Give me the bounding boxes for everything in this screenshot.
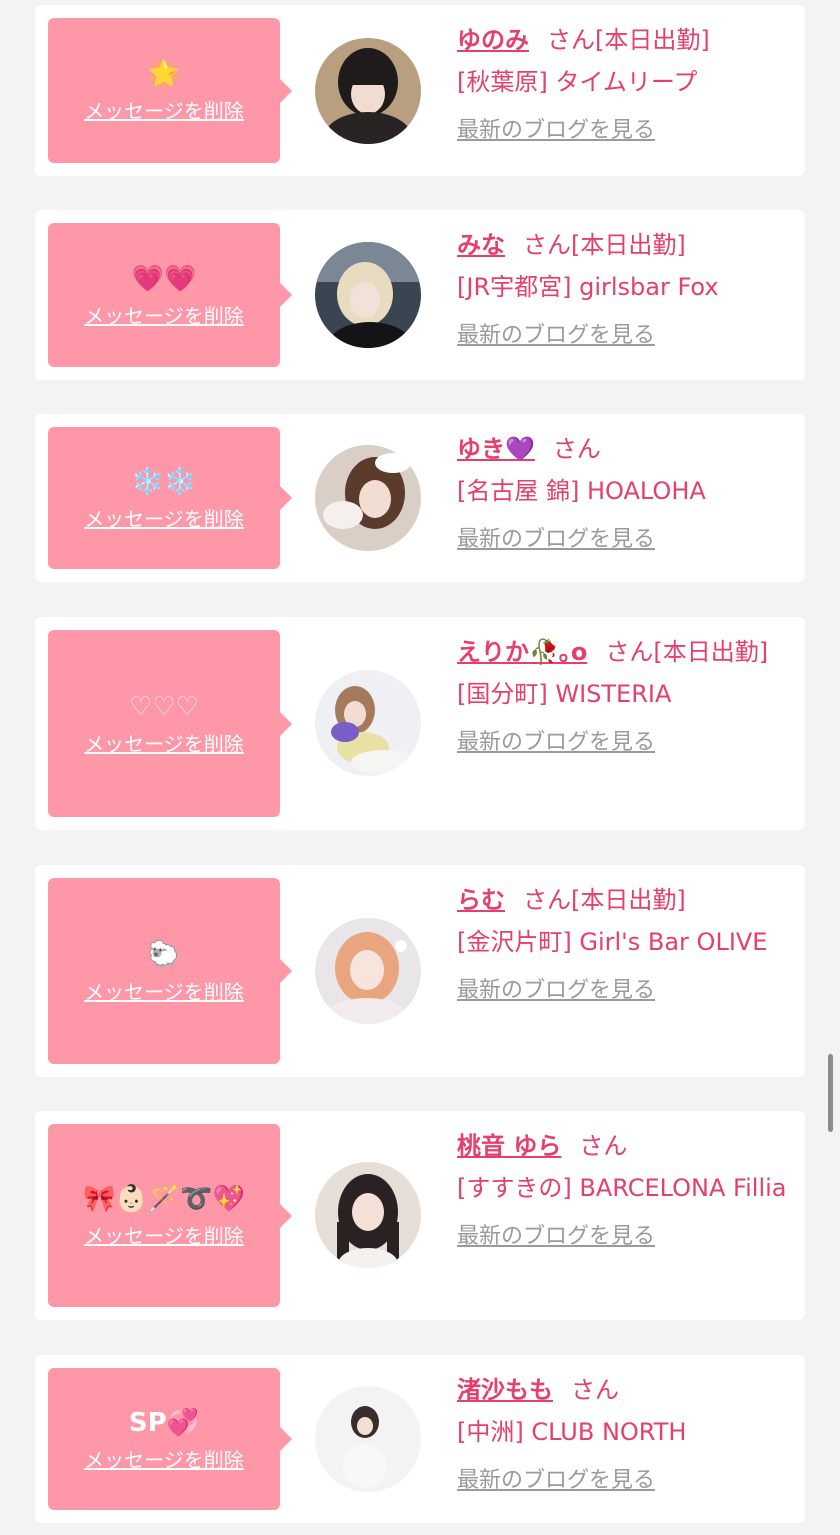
message-bubble: ♡♡♡ メッセージを削除 xyxy=(48,630,292,817)
shop-name: [金沢片町] Girl's Bar OLIVE xyxy=(457,928,768,956)
list-item: ♡♡♡ メッセージを削除 えりか🥀｡o さん[本日出勤] [国分町] WISTER… xyxy=(35,617,805,830)
message-bubble: SP💞 メッセージを削除 xyxy=(48,1368,292,1510)
cast-name-link[interactable]: 桃音 ゆら xyxy=(457,1132,561,1160)
cast-info: えりか🥀｡o さん[本日出勤] [国分町] WISTERIA 最新のブログを見る xyxy=(457,631,787,761)
honorific: さん xyxy=(579,1132,628,1160)
shop-name: [秋葉原] タイムリープ xyxy=(457,68,698,96)
latest-blog-link[interactable]: 最新のブログを見る xyxy=(457,113,655,149)
cast-name-link[interactable]: らむ xyxy=(457,886,505,914)
status-badge: [本日出勤] xyxy=(571,886,686,914)
message-text: 🌟 xyxy=(147,59,181,89)
message-bubble: 🎀👶🏻🪄➰💖 メッセージを削除 xyxy=(48,1124,292,1307)
honorific: さん xyxy=(552,435,601,463)
avatar[interactable] xyxy=(315,1162,421,1268)
cast-name-link[interactable]: えりか🥀｡o xyxy=(457,638,587,666)
cast-info: ゆき💜 さん [名古屋 錦] HOALOHA 最新のブログを見る xyxy=(457,428,787,558)
delete-message-link[interactable]: メッセージを削除 xyxy=(84,728,244,757)
message-text: ♡♡♡ xyxy=(129,692,199,722)
list-item: 🌟 メッセージを削除 ゆのみ さん[本日出勤] [秋葉原] タイムリープ 最新のブ… xyxy=(35,5,805,176)
avatar[interactable] xyxy=(315,38,421,144)
cast-info: 桃音 ゆら さん [すすきの] BARCELONA Fillia 最新のブログを見… xyxy=(457,1125,787,1255)
shop-name: [JR宇都宮] girlsbar Fox xyxy=(457,273,719,301)
latest-blog-link[interactable]: 最新のブログを見る xyxy=(457,318,655,354)
status-badge: [本日出勤] xyxy=(571,231,686,259)
delete-message-link[interactable]: メッセージを削除 xyxy=(84,503,244,532)
avatar[interactable] xyxy=(315,242,421,348)
delete-message-link[interactable]: メッセージを削除 xyxy=(84,1444,244,1473)
honorific: さん xyxy=(571,1376,619,1404)
message-bubble: 🐑 メッセージを削除 xyxy=(48,878,292,1064)
latest-blog-link[interactable]: 最新のブログを見る xyxy=(457,973,655,1009)
cast-info: みな さん[本日出勤] [JR宇都宮] girlsbar Fox 最新のブログを見… xyxy=(457,224,787,354)
status-badge: [本日出勤] xyxy=(653,638,769,666)
list-item: SP💞 メッセージを削除 渚沙もも さん [中洲] CLUB NORTH 最新のブ… xyxy=(35,1355,805,1523)
delete-message-link[interactable]: メッセージを削除 xyxy=(84,1220,244,1249)
status-badge: [本日出勤] xyxy=(595,26,710,54)
message-text: 🐑 xyxy=(147,939,181,970)
message-text: SP💞 xyxy=(128,1407,200,1438)
message-bubble: 🌟 メッセージを削除 xyxy=(48,18,292,163)
delete-message-link[interactable]: メッセージを削除 xyxy=(84,300,244,329)
cast-name-link[interactable]: ゆき💜 xyxy=(457,435,535,463)
avatar[interactable] xyxy=(315,918,421,1024)
avatar[interactable] xyxy=(315,1386,421,1492)
cast-name-link[interactable]: みな xyxy=(457,231,505,259)
message-bubble: 💗💗 メッセージを削除 xyxy=(48,223,292,367)
list-item: 💗💗 メッセージを削除 みな さん[本日出勤] [JR宇都宮] girlsbar … xyxy=(35,210,805,380)
shop-name: [中洲] CLUB NORTH xyxy=(457,1418,687,1446)
latest-blog-link[interactable]: 最新のブログを見る xyxy=(457,1219,655,1255)
list-item: 🐑 メッセージを削除 らむ さん[本日出勤] [金沢片町] Girl's Bar … xyxy=(35,865,805,1077)
cast-info: ゆのみ さん[本日出勤] [秋葉原] タイムリープ 最新のブログを見る xyxy=(457,19,787,149)
shop-name: [すすきの] BARCELONA Fillia xyxy=(457,1174,787,1202)
message-text: 💗💗 xyxy=(131,263,197,294)
cast-name-link[interactable]: ゆのみ xyxy=(457,26,529,54)
delete-message-link[interactable]: メッセージを削除 xyxy=(84,95,244,124)
avatar[interactable] xyxy=(315,445,421,551)
list-item: ❄️❄️ メッセージを削除 ゆき💜 さん [名古屋 錦] HOALOHA 最新のブ… xyxy=(35,414,805,582)
honorific: さん xyxy=(523,886,571,914)
favorite-list: 🌟 メッセージを削除 ゆのみ さん[本日出勤] [秋葉原] タイムリープ 最新のブ… xyxy=(0,0,840,1535)
latest-blog-link[interactable]: 最新のブログを見る xyxy=(457,522,655,558)
message-text: 🎀👶🏻🪄➰💖 xyxy=(83,1184,245,1214)
latest-blog-link[interactable]: 最新のブログを見る xyxy=(457,725,655,761)
honorific: さん xyxy=(605,638,654,666)
cast-name-link[interactable]: 渚沙もも xyxy=(457,1376,553,1404)
avatar[interactable] xyxy=(315,670,421,776)
scrollbar[interactable] xyxy=(828,1054,833,1132)
cast-info: 渚沙もも さん [中洲] CLUB NORTH 最新のブログを見る xyxy=(457,1369,787,1499)
honorific: さん xyxy=(523,231,571,259)
message-bubble: ❄️❄️ メッセージを削除 xyxy=(48,427,292,569)
message-text: ❄️❄️ xyxy=(131,466,197,497)
cast-info: らむ さん[本日出勤] [金沢片町] Girl's Bar OLIVE 最新のブロ… xyxy=(457,879,787,1009)
honorific: さん xyxy=(547,26,595,54)
delete-message-link[interactable]: メッセージを削除 xyxy=(84,976,244,1005)
list-item: 🎀👶🏻🪄➰💖 メッセージを削除 桃音 ゆら さん [すすきの] BARCELONA… xyxy=(35,1111,805,1320)
shop-name: [名古屋 錦] HOALOHA xyxy=(457,477,706,505)
latest-blog-link[interactable]: 最新のブログを見る xyxy=(457,1463,655,1499)
shop-name: [国分町] WISTERIA xyxy=(457,680,672,708)
